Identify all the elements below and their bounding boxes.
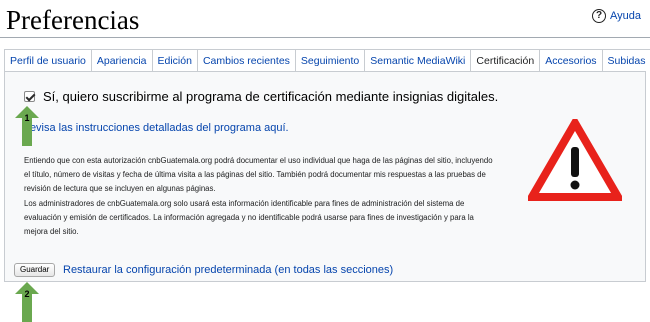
subscribe-option[interactable]: Sí, quiero suscribirme al programa de ce… [24,89,498,104]
marker-1-arrow-up-icon: 1 [15,106,39,146]
tab-subidas[interactable]: Subidas [602,50,650,71]
marker-number: 2 [24,289,29,299]
tab-apariencia[interactable]: Apariencia [91,50,153,71]
tab-certificacion[interactable]: Certificación [471,50,541,71]
tab-semantic-mediawiki[interactable]: Semantic MediaWiki [365,50,472,71]
tab-accesorios[interactable]: Accesorios [540,50,603,71]
marker-2-arrow-up-icon: 2 [15,282,39,322]
preferences-tabs: Perfil de usuario Apariencia Edición Cam… [4,49,650,71]
help-label: Ayuda [610,10,641,22]
tab-perfil-de-usuario[interactable]: Perfil de usuario [5,50,92,71]
page-title: Preferencias [6,5,140,35]
subscribe-checkbox-label: Sí, quiero suscribirme al programa de ce… [43,89,499,104]
tab-seguimiento[interactable]: Seguimiento [295,50,366,71]
marker-number: 1 [24,113,29,123]
instructions-link[interactable]: Revisa las instrucciones detalladas del … [22,122,289,134]
save-button[interactable]: Guardar [14,263,56,277]
question-circle-icon: ? [592,9,606,23]
subscribe-checkbox[interactable] [24,91,35,102]
restore-defaults-link[interactable]: Restaurar la configuración predeterminad… [63,263,393,277]
help-link[interactable]: ? Ayuda [592,9,641,23]
title-divider [0,37,650,38]
consent-text: Entiendo que con esta autorización cnbGu… [24,154,494,239]
warning-triangle-icon [528,119,622,201]
tab-edicion[interactable]: Edición [152,50,198,71]
tab-cambios-recientes[interactable]: Cambios recientes [197,50,296,71]
consent-paragraph: Entiendo que con esta autorización cnbGu… [24,156,493,194]
consent-paragraph: Los administradores de cnbGuatemala.org … [24,198,474,237]
